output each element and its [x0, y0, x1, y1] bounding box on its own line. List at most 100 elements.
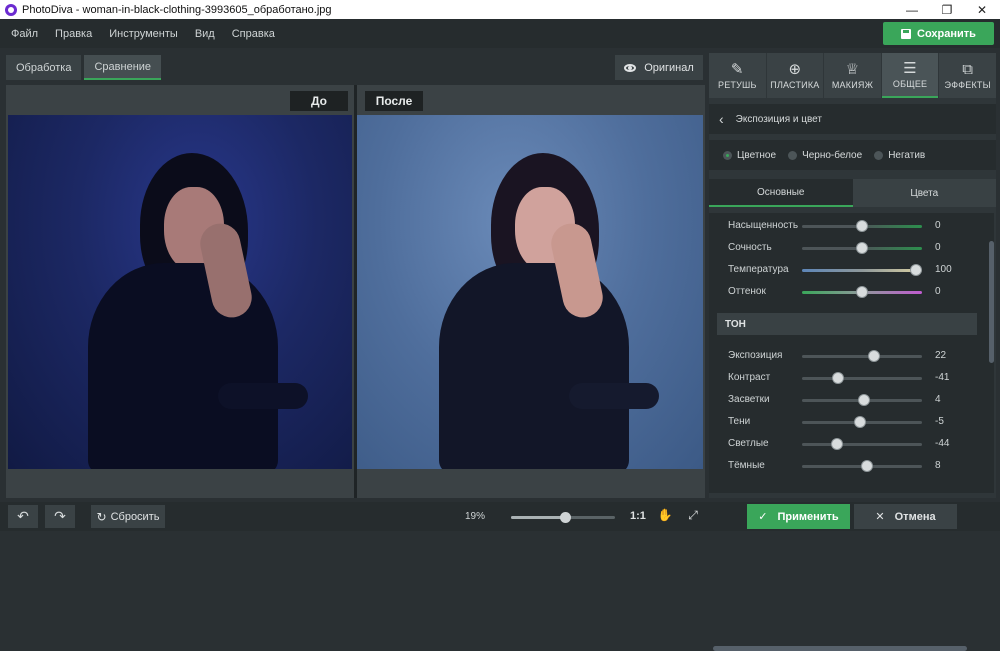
slider-row: Засветки 4: [709, 392, 979, 408]
makeup-icon: ♕: [845, 60, 860, 78]
fit-screen-icon[interactable]: ⤢: [686, 508, 700, 522]
menu-view[interactable]: Вид: [195, 28, 215, 40]
slider-track[interactable]: [802, 443, 922, 446]
radio-black-white[interactable]: Черно-белое: [788, 150, 862, 161]
slider-handle[interactable]: [869, 351, 879, 361]
zoom-slider-fill: [511, 516, 566, 519]
before-pane: До: [6, 85, 354, 498]
slider-value: 0: [935, 286, 941, 297]
reset-button[interactable]: ↻ Сбросить: [91, 505, 165, 528]
slider-row: Светлые -44: [709, 436, 979, 452]
before-label: До: [290, 91, 348, 111]
redo-button[interactable]: ↷: [45, 505, 75, 528]
tool-tabs: ✎ РЕТУШЬ ⊕ ПЛАСТИКА ♕ МАКИЯЖ ☰ ОБЩЕЕ ⧉ ЭФФЕКТ…: [709, 53, 996, 98]
zoom-1-1-button[interactable]: 1:1: [630, 510, 646, 522]
portrait-figure: [68, 153, 318, 469]
slider-row: Насыщенность 0: [709, 218, 979, 234]
horizontal-scrollbar[interactable]: [713, 646, 967, 651]
slider-handle[interactable]: [861, 461, 872, 471]
vertical-scrollbar[interactable]: [989, 213, 994, 493]
tool-label: МАКИЯЖ: [831, 79, 874, 90]
original-button-label: Оригинал: [644, 61, 694, 74]
slider-track[interactable]: [802, 377, 922, 380]
slider-row: Температура 100: [709, 262, 979, 278]
tab-processing[interactable]: Обработка: [6, 55, 82, 80]
original-button[interactable]: Оригинал: [615, 55, 703, 80]
slider-row: Тени -5: [709, 414, 979, 430]
menu-edit[interactable]: Правка: [55, 28, 92, 40]
photodiva-logo-icon: [5, 3, 17, 16]
window-title: PhotoDiva - woman-in-black-clothing-3993…: [22, 3, 332, 16]
slider-handle[interactable]: [857, 243, 867, 253]
slider-row: Сочность 0: [709, 240, 979, 256]
hand-tool-icon[interactable]: ✋: [658, 508, 673, 522]
slider-label: Температура: [728, 264, 789, 275]
tool-label: РЕТУШЬ: [718, 79, 757, 90]
chevron-left-icon[interactable]: ‹: [719, 111, 724, 127]
subtab-basic[interactable]: Основные: [709, 179, 853, 207]
radio-label: Цветное: [737, 149, 777, 161]
section-header[interactable]: ‹ Экспозиция и цвет: [709, 104, 996, 134]
slider-row: Оттенок 0: [709, 284, 979, 300]
tool-makeup[interactable]: ♕ МАКИЯЖ: [824, 53, 881, 98]
slider-handle[interactable]: [854, 417, 865, 427]
title-bar: PhotoDiva - woman-in-black-clothing-3993…: [0, 0, 1000, 19]
menu-help[interactable]: Справка: [232, 28, 275, 40]
tool-retouch[interactable]: ✎ РЕТУШЬ: [709, 53, 766, 98]
maximize-button[interactable]: ❐: [930, 0, 964, 19]
slider-value: -5: [935, 416, 944, 427]
slider-row: Экспозиция 22: [709, 348, 979, 364]
after-label: После: [365, 91, 423, 111]
slider-handle[interactable]: [857, 221, 867, 231]
slider-handle[interactable]: [831, 439, 842, 449]
tool-liquify[interactable]: ⊕ ПЛАСТИКА: [766, 53, 824, 98]
tool-effects[interactable]: ⧉ ЭФФЕКТЫ: [939, 53, 996, 98]
after-pane: После: [357, 85, 705, 498]
minimize-button[interactable]: —: [895, 0, 929, 19]
radio-color[interactable]: Цветное: [723, 150, 776, 161]
apply-button[interactable]: ✓ Применить: [747, 504, 850, 529]
slider-handle[interactable]: [833, 373, 843, 383]
slider-value: 22: [935, 350, 947, 361]
radio-negative[interactable]: Негатив: [874, 150, 925, 161]
menu-tools[interactable]: Инструменты: [109, 28, 178, 40]
apply-button-label: Применить: [777, 510, 839, 523]
slider-handle[interactable]: [859, 395, 870, 405]
mode-tabs: Обработка Сравнение: [6, 55, 162, 80]
close-window-button[interactable]: ✕: [965, 0, 999, 19]
subtabs: Основные Цвета: [709, 179, 996, 207]
slider-label: Тёмные: [728, 460, 765, 471]
subtab-colors[interactable]: Цвета: [852, 179, 996, 207]
scrollbar-thumb[interactable]: [989, 241, 994, 363]
close-icon: ✕: [875, 511, 885, 523]
reset-button-label: Сбросить: [110, 510, 160, 523]
menu-file[interactable]: Файл: [11, 28, 38, 40]
undo-button[interactable]: ↶: [8, 505, 38, 528]
tool-general[interactable]: ☰ ОБЩЕЕ: [881, 53, 939, 98]
sliders-icon: ☰: [903, 59, 917, 77]
before-photo[interactable]: [8, 115, 352, 469]
slider-handle[interactable]: [911, 265, 921, 275]
save-button-label: Сохранить: [917, 27, 976, 40]
save-button[interactable]: Сохранить: [883, 22, 994, 45]
reset-icon: ↻: [96, 509, 107, 524]
slider-track[interactable]: [802, 269, 922, 272]
slider-track[interactable]: [802, 355, 922, 358]
tone-section-header: ТОН: [717, 313, 977, 335]
zoom-slider[interactable]: [511, 512, 615, 523]
slider-label: Засветки: [728, 394, 770, 405]
after-photo[interactable]: [357, 115, 703, 469]
slider-label: Тени: [728, 416, 751, 427]
floppy-disk-icon: [901, 28, 912, 39]
retouch-brush-icon: ✎: [730, 60, 744, 78]
slider-label: Насыщенность: [728, 220, 799, 231]
adjustments-panel: ✎ РЕТУШЬ ⊕ ПЛАСТИКА ♕ МАКИЯЖ ☰ ОБЩЕЕ ⧉ ЭФФЕКТ…: [709, 53, 996, 651]
redo-icon: ↷: [54, 508, 66, 524]
slider-value: -41: [935, 372, 950, 383]
eye-icon: [624, 63, 637, 72]
color-mode-group: Цветное Черно-белое Негатив: [709, 140, 996, 170]
zoom-slider-handle[interactable]: [560, 512, 572, 523]
tab-comparison[interactable]: Сравнение: [84, 55, 162, 80]
cancel-button[interactable]: ✕ Отмена: [854, 504, 957, 529]
slider-handle[interactable]: [857, 287, 867, 297]
